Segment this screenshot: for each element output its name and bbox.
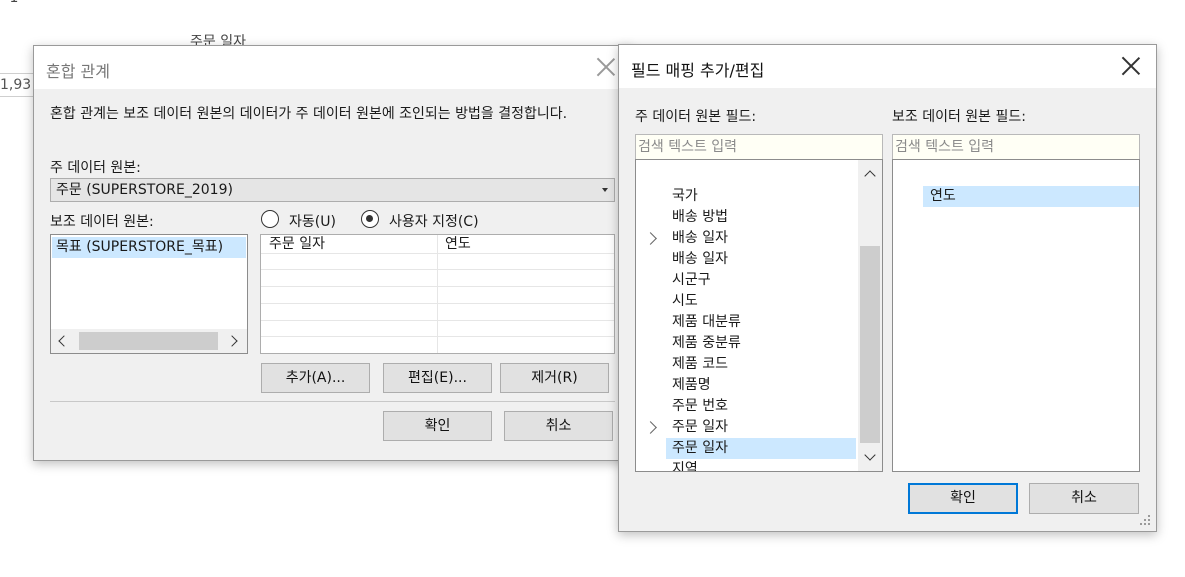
grid-line: [261, 253, 614, 254]
edit-mapping-button[interactable]: 편집(E)...: [383, 363, 492, 393]
expand-chevron-icon[interactable]: [644, 232, 657, 245]
scroll-thumb[interactable]: [79, 332, 218, 350]
secondary-source-item[interactable]: 목표 (SUPERSTORE_목표): [52, 237, 246, 258]
scroll-thumb[interactable]: [860, 246, 880, 443]
primary-fields-tree: 국가 배송 방법 배송 일자 배송 일자 시군구 시도 제품 대분류 제품 중분류 제품 코드 제…: [636, 160, 858, 471]
primary-field-item[interactable]: 제품 대분류: [672, 312, 741, 333]
horizontal-scrollbar[interactable]: [51, 329, 247, 353]
field-mapping-table[interactable]: 주문 일자 연도: [260, 234, 615, 354]
secondary-fields-tree: 연도: [893, 160, 1139, 471]
primary-field-item[interactable]: 제품 중분류: [672, 333, 741, 354]
secondary-fields-header: 보조 데이터 원본 필드:: [892, 109, 1026, 125]
background-cell: 1,93: [0, 73, 35, 97]
primary-field-item[interactable]: 배송 방법: [672, 207, 728, 228]
scroll-left-icon[interactable]: [58, 335, 70, 347]
secondary-fields-list[interactable]: 연도: [892, 159, 1140, 472]
primary-field-item[interactable]: 지역: [672, 459, 698, 471]
title-bar: 필드 매핑 추가/편집: [619, 45, 1156, 88]
background-fragment: - 1: [0, 0, 18, 6]
secondary-search-input[interactable]: 검색 텍스트 입력: [892, 134, 1140, 160]
secondary-field-row[interactable]: 연도: [923, 186, 1139, 207]
radio-custom[interactable]: [361, 210, 379, 228]
grid-line: [261, 320, 614, 321]
scroll-down-icon[interactable]: [864, 449, 876, 461]
scroll-up-icon[interactable]: [864, 170, 876, 182]
grid-line: [261, 286, 614, 287]
dialog-title: 필드 매핑 추가/편집: [631, 61, 765, 80]
cancel-button[interactable]: 취소: [1029, 483, 1139, 514]
primary-source-label: 주 데이터 원본:: [50, 160, 141, 176]
primary-field-item[interactable]: 주문 번호: [672, 396, 728, 417]
primary-search-input[interactable]: 검색 텍스트 입력: [635, 134, 883, 160]
close-icon[interactable]: [593, 54, 619, 80]
primary-source-dropdown[interactable]: 주문 (SUPERSTORE_2019): [50, 178, 615, 202]
vertical-scrollbar[interactable]: [858, 160, 882, 471]
primary-field-item[interactable]: 주문 일자: [672, 417, 728, 438]
primary-fields-list[interactable]: 국가 배송 방법 배송 일자 배송 일자 시군구 시도 제품 대분류 제품 중분류 제품 코드 제…: [635, 159, 883, 472]
radio-auto[interactable]: [261, 210, 279, 228]
description-text: 혼합 관계는 보조 데이터 원본의 데이터가 주 데이터 원본에 조인되는 방법…: [50, 106, 568, 122]
primary-field-item[interactable]: 배송 일자: [672, 228, 728, 249]
grid-line: [261, 336, 614, 337]
secondary-field-item: 연도: [930, 188, 956, 204]
add-mapping-button[interactable]: 추가(A)...: [261, 363, 370, 393]
primary-field-item[interactable]: 배송 일자: [672, 249, 728, 270]
dropdown-arrow-icon: [602, 188, 608, 192]
scroll-right-icon[interactable]: [226, 335, 238, 347]
radio-custom-label[interactable]: 사용자 지정(C): [389, 211, 479, 231]
primary-field-item[interactable]: 제품명: [672, 375, 711, 396]
separator: [50, 401, 615, 402]
remove-mapping-button[interactable]: 제거(R): [500, 363, 609, 393]
title-bar: 혼합 관계: [34, 46, 632, 89]
secondary-source-label: 보조 데이터 원본:: [50, 214, 154, 230]
mapping-primary-cell: 주문 일자: [269, 236, 325, 252]
primary-field-item[interactable]: 주문 일자: [672, 438, 728, 459]
cancel-button[interactable]: 취소: [504, 411, 613, 441]
close-icon[interactable]: [1118, 53, 1144, 79]
primary-field-item[interactable]: 시도: [672, 291, 698, 312]
expand-chevron-icon[interactable]: [644, 421, 657, 434]
field-mapping-dialog: 필드 매핑 추가/편집 주 데이터 원본 필드: 보조 데이터 원본 필드: 검…: [618, 44, 1157, 532]
primary-field-item[interactable]: 제품 코드: [672, 354, 728, 375]
grid-line: [261, 303, 614, 304]
radio-auto-label[interactable]: 자동(U): [289, 211, 336, 231]
mapping-secondary-cell: 연도: [445, 236, 471, 252]
primary-fields-header: 주 데이터 원본 필드:: [635, 109, 757, 125]
grid-line: [261, 269, 614, 270]
blend-relationship-dialog: 혼합 관계 혼합 관계는 보조 데이터 원본의 데이터가 주 데이터 원본에 조…: [33, 45, 633, 461]
ok-button[interactable]: 확인: [908, 483, 1018, 514]
primary-field-item[interactable]: 국가: [672, 186, 698, 207]
secondary-source-list[interactable]: 목표 (SUPERSTORE_목표): [50, 234, 248, 354]
ok-button[interactable]: 확인: [383, 411, 492, 441]
dialog-title: 혼합 관계: [46, 62, 110, 81]
primary-source-value: 주문 (SUPERSTORE_2019): [56, 182, 233, 198]
primary-field-item[interactable]: 시군구: [672, 270, 711, 291]
